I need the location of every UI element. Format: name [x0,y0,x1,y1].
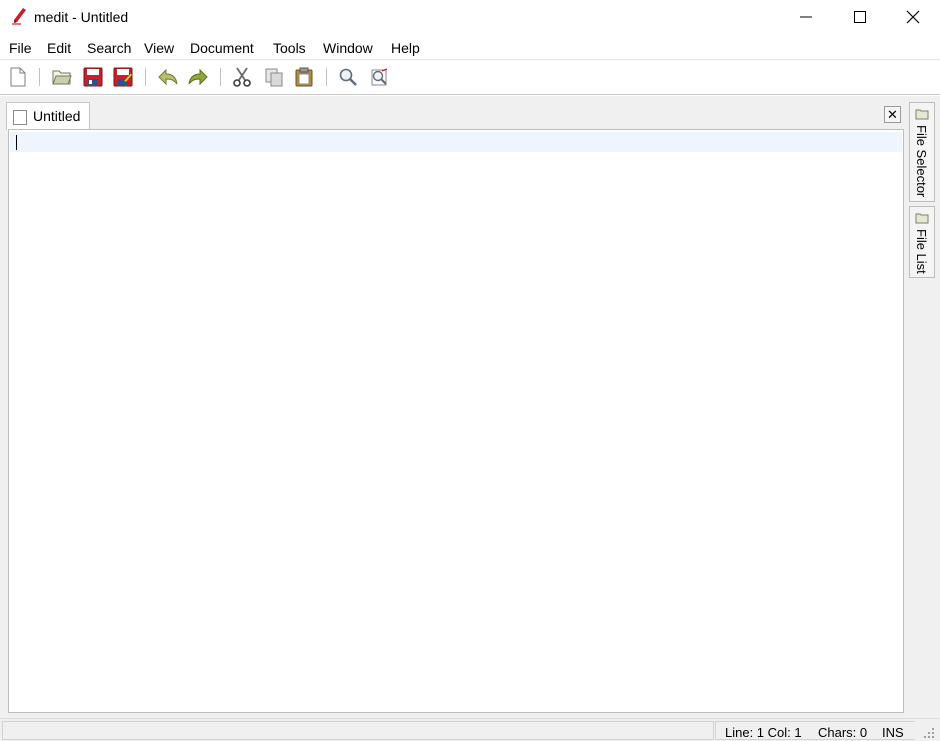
open-button[interactable] [51,66,73,88]
minimize-button[interactable] [779,0,833,34]
save-as-button[interactable] [112,66,134,88]
close-button[interactable] [886,0,940,34]
open-folder-icon [52,70,72,85]
redo-button[interactable] [187,66,209,88]
menu-bar: File Edit Search View Document Tools Win… [0,36,940,60]
close-tab-button[interactable]: ✕ [884,106,901,123]
find-icon [339,68,357,86]
copy-icon [265,68,283,87]
undo-icon [158,68,178,86]
folder-icon [915,109,929,120]
status-bar: Line: 1 Col: 1 Chars: 0 INS [0,718,940,741]
menu-search[interactable]: Search [87,40,131,56]
text-editor[interactable] [8,129,904,713]
toolbar-separator [220,68,221,86]
tab-untitled[interactable]: Untitled [6,102,90,130]
menu-window[interactable]: Window [323,40,373,56]
maximize-button[interactable] [833,0,887,34]
save-icon [83,67,103,87]
cut-button[interactable] [231,66,253,88]
copy-button[interactable] [263,66,285,88]
tab-file-list[interactable]: File List [909,206,935,278]
file-list-label: File List [914,229,929,274]
find-button[interactable] [337,66,359,88]
title-bar: medit - Untitled [0,0,940,34]
cut-icon [233,67,251,87]
main-area: Untitled ✕ File Selector File List [0,96,940,718]
text-caret [16,135,17,150]
document-icon [13,110,27,125]
menu-help[interactable]: Help [391,40,420,56]
tab-label: Untitled [33,108,81,124]
side-panel: File Selector File List [908,98,936,714]
resize-grip-icon[interactable] [920,724,936,740]
file-selector-label: File Selector [914,125,929,198]
maximize-icon [854,11,866,23]
toolbar [0,61,940,95]
folder-icon [915,213,929,224]
close-icon [906,10,920,24]
medit-pen-icon [12,8,26,25]
status-info: Line: 1 Col: 1 Chars: 0 INS [715,721,915,740]
menu-file[interactable]: File [9,40,32,56]
find-replace-icon [371,68,388,86]
current-line-highlight [10,132,902,152]
tab-file-selector[interactable]: File Selector [909,102,935,202]
toolbar-separator [326,68,327,86]
menu-view[interactable]: View [144,40,174,56]
window-title: medit - Untitled [34,9,129,25]
char-count: Chars: 0 [818,725,868,740]
new-button[interactable] [7,66,29,88]
toolbar-separator [145,68,146,86]
new-document-icon [10,67,26,87]
minimize-icon [800,16,812,18]
menu-edit[interactable]: Edit [47,40,71,56]
undo-button[interactable] [157,66,179,88]
menu-document[interactable]: Document [190,40,254,56]
redo-icon [188,68,208,86]
insert-mode: INS [882,725,904,740]
menu-tools[interactable]: Tools [273,40,306,56]
paste-icon [295,67,313,87]
save-as-icon [113,67,133,87]
document-notebook: Untitled ✕ [4,98,906,714]
save-button[interactable] [82,66,104,88]
find-replace-button[interactable] [368,66,390,88]
cursor-position: Line: 1 Col: 1 [725,725,802,740]
paste-button[interactable] [293,66,315,88]
status-message-area [2,721,714,740]
toolbar-separator [39,68,40,86]
